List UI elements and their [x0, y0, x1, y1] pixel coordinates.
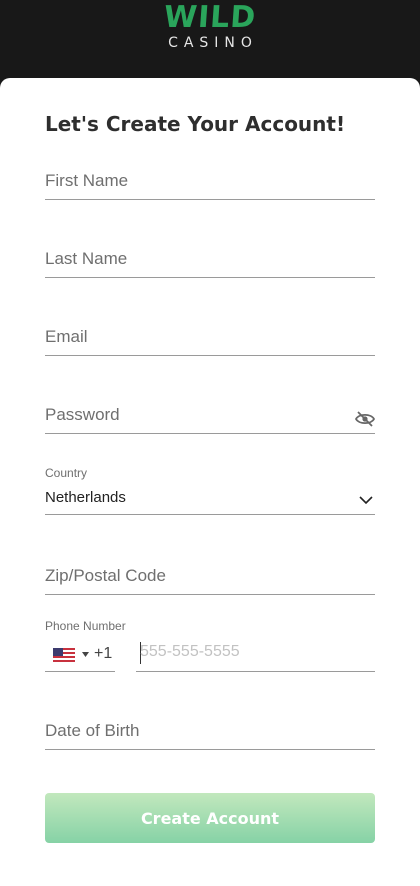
zip-code-field[interactable]: Zip/Postal Code	[45, 564, 375, 595]
password-placeholder: Password	[45, 405, 120, 424]
us-flag-icon	[53, 648, 75, 662]
dial-code: +1	[94, 645, 113, 662]
first-name-field[interactable]: First Name	[45, 169, 375, 200]
chevron-down-icon	[359, 496, 373, 505]
phone-number-input[interactable]: 555-555-5555	[136, 640, 375, 672]
email-field[interactable]: Email	[45, 325, 375, 356]
logo-subtitle: CASINO	[168, 35, 258, 51]
email-placeholder: Email	[45, 327, 88, 346]
wild-casino-logo[interactable]: WILD CASINO	[0, 0, 420, 52]
date-of-birth-field[interactable]: Date of Birth	[45, 719, 375, 750]
password-field[interactable]: Password	[45, 403, 375, 434]
phone-country-code-select[interactable]: +1	[45, 640, 115, 672]
zip-code-placeholder: Zip/Postal Code	[45, 566, 166, 585]
first-name-placeholder: First Name	[45, 171, 129, 190]
country-select[interactable]: Netherlands	[45, 484, 375, 515]
country-value: Netherlands	[45, 489, 126, 506]
phone-number-label: Phone Number	[45, 619, 126, 633]
create-account-button[interactable]: Create Account	[45, 793, 375, 843]
date-of-birth-placeholder: Date of Birth	[45, 721, 140, 740]
last-name-field[interactable]: Last Name	[45, 247, 375, 278]
eye-slash-icon[interactable]	[355, 411, 375, 427]
country-label: Country	[45, 466, 88, 480]
last-name-placeholder: Last Name	[45, 249, 128, 268]
logo-wordmark: WILD	[162, 0, 258, 35]
phone-placeholder: 555-555-5555	[140, 643, 240, 660]
header-bar: WILD CASINO	[0, 0, 420, 78]
caret-down-icon	[82, 652, 89, 657]
form-title: Let's Create Your Account!	[45, 112, 346, 136]
